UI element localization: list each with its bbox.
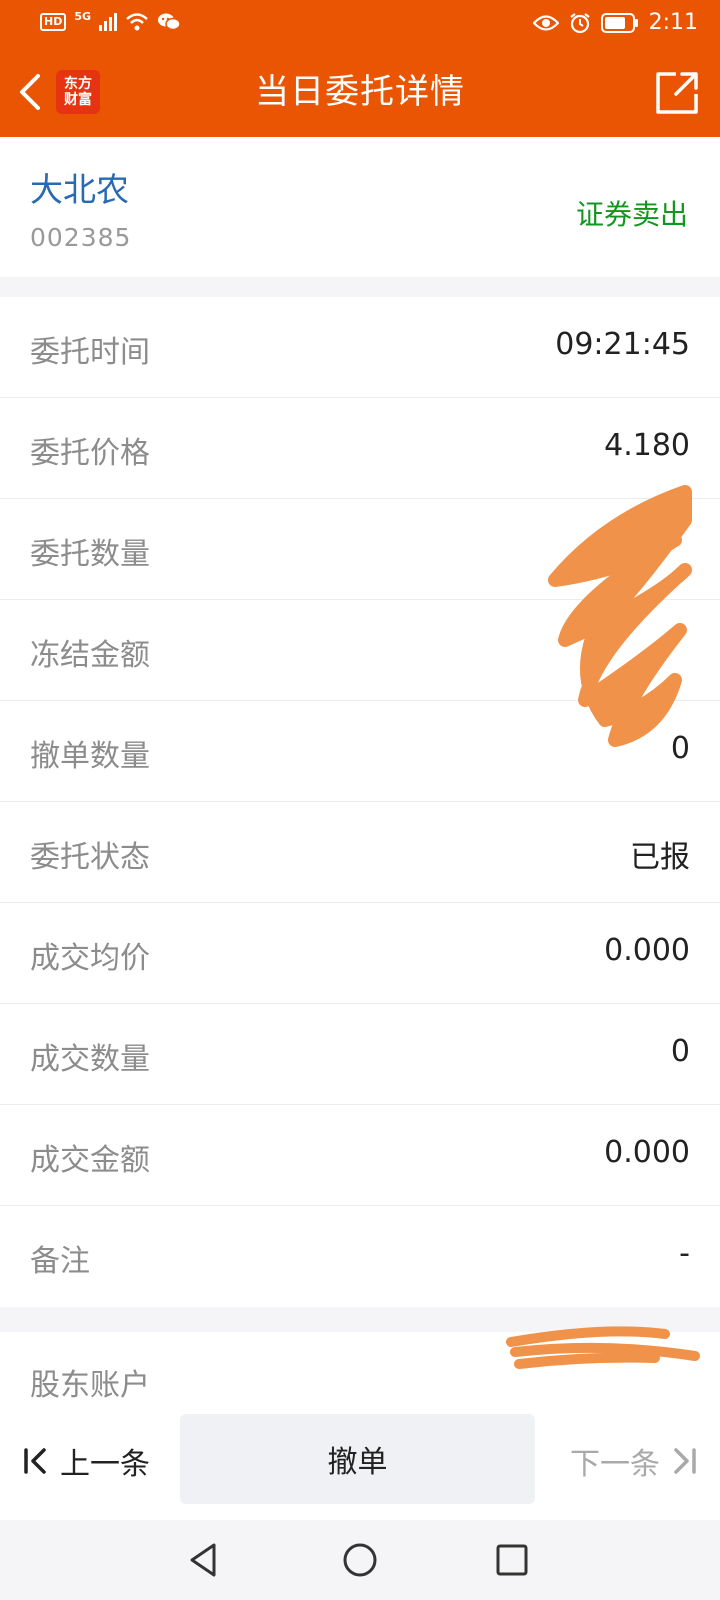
detail-value: 0.000 xyxy=(604,1135,690,1170)
detail-row-order-status: 委托状态 已报 xyxy=(0,802,720,903)
eye-icon xyxy=(532,14,559,32)
last-page-icon xyxy=(674,1448,696,1474)
hd-badge: HD xyxy=(40,13,67,31)
stock-header: 大北农 002385 证券卖出 xyxy=(0,137,720,277)
detail-label: 成交均价 xyxy=(30,941,150,976)
detail-value: 09:21:45 xyxy=(555,327,690,362)
detail-label: 委托时间 xyxy=(30,335,150,370)
detail-label: 成交金额 xyxy=(30,1143,150,1178)
detail-label: 委托价格 xyxy=(30,436,150,471)
square-recents-icon xyxy=(496,1544,528,1576)
system-home-button[interactable] xyxy=(340,1540,380,1580)
status-right: 2:11 xyxy=(532,10,698,35)
detail-label: 备注 xyxy=(30,1244,90,1279)
detail-row-order-price: 委托价格 4.180 xyxy=(0,398,720,499)
stock-name: 大北农 xyxy=(30,170,129,209)
status-bar: HD 5G 2:11 xyxy=(0,0,720,48)
prev-order-button[interactable]: 上一条 xyxy=(22,1402,150,1520)
next-order-label: 下一条 xyxy=(570,1447,660,1482)
detail-value: - xyxy=(679,1236,690,1271)
shareholder-account-row: 股东账户 xyxy=(0,1332,720,1402)
detail-value: 已报 xyxy=(630,840,690,875)
action-bar: 上一条 撤单 下一条 xyxy=(0,1402,720,1520)
wifi-icon xyxy=(125,12,149,32)
order-details-list: 委托时间 09:21:45 委托价格 4.180 委托数量 冻结金额 撤单数量 … xyxy=(0,297,720,1307)
detail-row-frozen-amount: 冻结金额 xyxy=(0,600,720,701)
detail-value: 0.000 xyxy=(604,933,690,968)
first-page-icon xyxy=(24,1448,46,1474)
status-left: HD 5G xyxy=(40,9,181,32)
detail-label: 撤单数量 xyxy=(30,739,150,774)
system-nav-bar xyxy=(0,1520,720,1600)
detail-row-order-time: 委托时间 09:21:45 xyxy=(0,297,720,398)
trade-type-label: 证券卖出 xyxy=(575,198,688,231)
stock-code: 002385 xyxy=(30,223,132,252)
detail-row-cancel-quantity: 撤单数量 0 xyxy=(0,701,720,802)
wechat-icon xyxy=(157,12,181,32)
network-label: 5G xyxy=(74,9,92,23)
battery-icon xyxy=(600,12,639,33)
prev-order-label: 上一条 xyxy=(60,1447,150,1482)
detail-row-filled-quantity: 成交数量 0 xyxy=(0,1004,720,1105)
detail-value: 4.180 xyxy=(604,428,690,463)
detail-row-remarks: 备注 - xyxy=(0,1206,720,1307)
alarm-icon xyxy=(569,12,591,34)
detail-value: 0 xyxy=(670,1034,690,1069)
detail-label: 委托数量 xyxy=(30,537,150,572)
share-button[interactable] xyxy=(654,70,700,116)
triangle-back-icon xyxy=(190,1543,216,1577)
signal-icon xyxy=(99,13,118,31)
system-back-button[interactable] xyxy=(184,1540,224,1580)
detail-label: 冻结金额 xyxy=(30,638,150,673)
detail-label: 委托状态 xyxy=(30,840,150,875)
detail-row-avg-price: 成交均价 0.000 xyxy=(0,903,720,1004)
page-title: 当日委托详情 xyxy=(255,72,465,112)
next-order-button[interactable]: 下一条 xyxy=(570,1402,698,1520)
system-recents-button[interactable] xyxy=(492,1540,532,1580)
cancel-order-button[interactable]: 撤单 xyxy=(180,1414,535,1504)
nav-header: 东方 财富 当日委托详情 xyxy=(0,48,720,137)
circle-home-icon xyxy=(343,1543,377,1577)
top-bar: HD 5G 2:11 东方 财富 当日委托详情 xyxy=(0,0,720,137)
clock-time: 2:11 xyxy=(648,10,698,35)
share-icon xyxy=(656,72,698,114)
shareholder-label: 股东账户 xyxy=(30,1368,150,1402)
detail-row-order-quantity: 委托数量 xyxy=(0,499,720,600)
detail-row-filled-amount: 成交金额 0.000 xyxy=(0,1105,720,1206)
detail-value: 0 xyxy=(670,731,690,766)
detail-label: 成交数量 xyxy=(30,1042,150,1077)
